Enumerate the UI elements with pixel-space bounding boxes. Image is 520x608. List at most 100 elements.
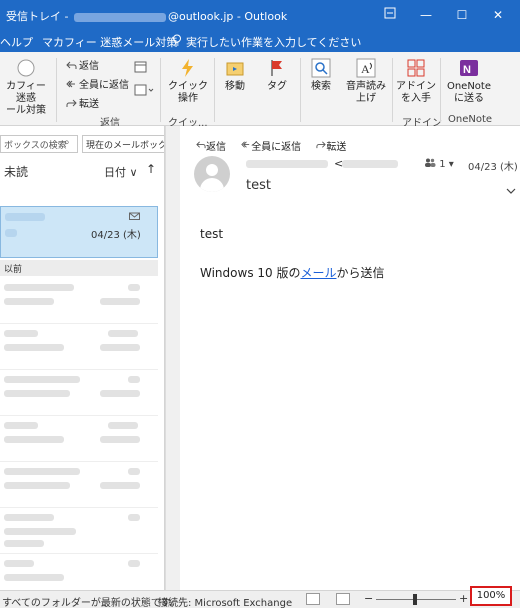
list-item[interactable] bbox=[0, 324, 158, 370]
forward-label: 転送 bbox=[79, 99, 99, 110]
reply-icon bbox=[196, 141, 206, 149]
message-date: 04/23 (木) bbox=[91, 230, 141, 241]
list-item[interactable] bbox=[0, 278, 158, 324]
search-icon[interactable]: ⌕ bbox=[64, 137, 70, 148]
close-button[interactable]: ✕ bbox=[480, 0, 516, 30]
read-aloud-label: 音声読み 上げ bbox=[346, 81, 386, 104]
forward-button[interactable]: 転送 bbox=[66, 95, 99, 110]
reply-button[interactable]: 返信 bbox=[66, 57, 99, 72]
mcafee-icon bbox=[17, 59, 35, 77]
lightbulb-icon bbox=[172, 34, 182, 49]
normal-view-button[interactable] bbox=[306, 593, 320, 605]
message-body-line2: Windows 10 版のメールから送信 bbox=[200, 264, 385, 281]
meeting-icon[interactable] bbox=[134, 60, 147, 76]
list-item[interactable] bbox=[0, 508, 158, 554]
menu-mcafee[interactable]: マカフィー 迷惑メール対策 bbox=[42, 34, 177, 50]
search-icon bbox=[311, 58, 331, 78]
sort-order-button[interactable]: ↑ bbox=[146, 162, 156, 176]
title-suffix: @outlook.jp - Outlook bbox=[167, 10, 288, 23]
list-item[interactable] bbox=[0, 554, 158, 590]
separator bbox=[56, 58, 57, 122]
restore-ribbon-button[interactable] bbox=[372, 0, 408, 30]
quick-steps-button[interactable]: クイック 操作 bbox=[166, 58, 210, 105]
people-icon bbox=[425, 158, 436, 167]
more-respond-icon[interactable] bbox=[134, 84, 154, 100]
separator bbox=[214, 58, 215, 122]
window-title: 受信トレイ - @outlook.jp - Outlook bbox=[6, 8, 287, 24]
send-to-onenote-button[interactable]: N OneNote に送る bbox=[444, 58, 494, 105]
flag-icon bbox=[271, 60, 282, 76]
minimize-button[interactable]: — bbox=[408, 0, 444, 30]
connection-status: 接続先: Microsoft Exchange bbox=[158, 598, 293, 608]
reply-label: 返信 bbox=[79, 61, 99, 72]
zoom-in-button[interactable]: + bbox=[459, 592, 468, 605]
mcafee-spam-button[interactable]: カフィー 迷惑 ール対策 bbox=[0, 58, 52, 117]
maximize-button[interactable]: ☐ bbox=[444, 0, 480, 30]
redacted-subject bbox=[5, 229, 17, 237]
restore-icon bbox=[384, 7, 396, 19]
tab-unread[interactable]: 未読 bbox=[4, 163, 28, 180]
forward-icon bbox=[316, 141, 327, 149]
move-button[interactable]: 移動 bbox=[220, 58, 250, 93]
tags-label: タグ bbox=[267, 81, 287, 92]
folder-icon bbox=[226, 62, 244, 76]
svg-text:N: N bbox=[463, 64, 471, 76]
quick-steps-label: クイック 操作 bbox=[168, 81, 208, 104]
group-header-older[interactable]: 以前 bbox=[0, 260, 158, 276]
mail-app-link[interactable]: メール bbox=[300, 266, 336, 280]
title-prefix: 受信トレイ - bbox=[6, 10, 72, 23]
reading-view-button[interactable] bbox=[336, 593, 350, 605]
find-label: 検索 bbox=[311, 81, 331, 92]
zoom-level[interactable]: 100% bbox=[470, 586, 512, 606]
message-list-pane: ボックスの検索 ⌕ 現在のメールボックス 未読 日付 ∨ ↑ 04/23 (木)… bbox=[0, 126, 165, 590]
envelope-open-icon[interactable] bbox=[129, 211, 140, 223]
list-item[interactable] bbox=[0, 370, 158, 416]
expand-header-icon[interactable] bbox=[506, 184, 516, 197]
reading-reply-all-button[interactable]: 全員に返信 bbox=[241, 141, 307, 153]
ribbon: カフィー 迷惑 ール対策 返信 全員に返信 転送 返信 クイック 操作 クイッ.… bbox=[0, 52, 520, 129]
chevron-down-icon: ▾ bbox=[445, 159, 454, 170]
folder-status: すべてのフォルダーが最新の状態です。 bbox=[2, 598, 180, 608]
menu-help[interactable]: ヘルプ bbox=[0, 34, 33, 50]
reading-reply-button[interactable]: 返信 bbox=[196, 141, 232, 153]
forward-icon bbox=[66, 99, 77, 107]
move-label: 移動 bbox=[225, 81, 245, 92]
onenote-label: OneNote に送る bbox=[446, 81, 492, 104]
zoom-out-button[interactable]: − bbox=[364, 592, 373, 605]
tags-button[interactable]: タグ bbox=[262, 58, 292, 93]
addins-label: アドイン を入手 bbox=[396, 81, 436, 104]
reply-all-label: 全員に返信 bbox=[79, 80, 129, 91]
selected-message-item[interactable]: 04/23 (木) bbox=[0, 206, 158, 258]
read-aloud-icon: A bbox=[356, 58, 376, 78]
reply-all-icon bbox=[66, 80, 75, 88]
separator bbox=[440, 58, 441, 122]
zoom-slider-thumb[interactable] bbox=[413, 594, 417, 605]
sort-by-date-button[interactable]: 日付 ∨ bbox=[104, 164, 138, 180]
reading-pane: 返信 全員に返信 転送 < 1 ▾ 04/23 (木) test test Wi… bbox=[180, 126, 520, 590]
redacted-sender-name bbox=[246, 160, 328, 168]
get-addins-button[interactable]: アドイン を入手 bbox=[396, 58, 436, 105]
reply-icon bbox=[66, 61, 77, 69]
body-prefix: Windows 10 版の bbox=[200, 266, 301, 280]
avatar[interactable] bbox=[194, 156, 230, 192]
status-bar: すべてのフォルダーが最新の状態です。 接続先: Microsoft Exchan… bbox=[0, 590, 520, 608]
read-aloud-button[interactable]: A 音声読み 上げ bbox=[344, 58, 388, 105]
reading-forward-button[interactable]: 転送 bbox=[316, 141, 352, 153]
tell-me-input[interactable]: 実行したい作業を入力してください bbox=[186, 34, 361, 50]
reply-all-button[interactable]: 全員に返信 bbox=[66, 76, 129, 91]
search-scope-dropdown[interactable]: 現在のメールボックス bbox=[82, 135, 164, 153]
onenote-group-label: OneNote bbox=[448, 114, 493, 125]
list-item[interactable] bbox=[0, 462, 158, 508]
list-scrollbar[interactable] bbox=[165, 126, 180, 590]
redacted-email bbox=[73, 12, 166, 22]
received-date: 04/23 (木) bbox=[468, 162, 518, 173]
reply-all-icon bbox=[241, 141, 250, 148]
separator bbox=[392, 58, 393, 122]
addins-icon bbox=[407, 59, 425, 77]
list-item[interactable] bbox=[0, 416, 158, 462]
recipients-button[interactable]: 1 ▾ bbox=[424, 158, 454, 170]
find-button[interactable]: 検索 bbox=[304, 58, 338, 93]
title-bar: 受信トレイ - @outlook.jp - Outlook — ☐ ✕ bbox=[0, 0, 520, 30]
redacted-sender-address bbox=[342, 160, 398, 168]
menu-bar: ヘルプ マカフィー 迷惑メール対策 実行したい作業を入力してください bbox=[0, 30, 520, 52]
